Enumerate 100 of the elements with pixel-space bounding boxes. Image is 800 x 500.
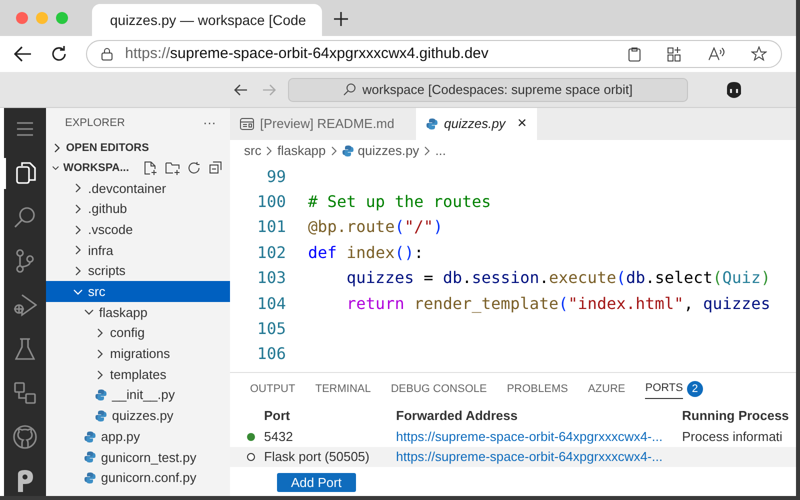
file-item[interactable]: app.py bbox=[46, 426, 230, 447]
back-arrow-icon[interactable] bbox=[14, 46, 32, 62]
command-center-text: workspace [Codespaces: supreme space orbit] bbox=[362, 80, 633, 99]
folder-item[interactable]: .vscode bbox=[46, 219, 230, 240]
play-bug-icon[interactable] bbox=[13, 293, 37, 317]
linked-boxes-icon[interactable] bbox=[14, 382, 36, 404]
column-header: Running Process bbox=[682, 407, 790, 426]
back-arrow-icon[interactable] bbox=[234, 84, 248, 96]
column-header: Forwarded Address bbox=[396, 407, 519, 426]
python-icon bbox=[84, 472, 96, 484]
panel-tab[interactable]: PROBLEMS bbox=[506, 379, 568, 399]
chevron-right-icon bbox=[265, 146, 274, 156]
process-cell-text: Process informati bbox=[682, 428, 784, 446]
port-cell-text: Flask port (50505) bbox=[264, 448, 370, 466]
flask-icon[interactable] bbox=[15, 338, 35, 360]
panel-tab[interactable]: OUTPUT bbox=[250, 379, 296, 399]
add-port-button[interactable]: Add Port bbox=[277, 473, 356, 492]
breadcrumb-item[interactable]: src bbox=[244, 141, 262, 161]
collapse-all-icon[interactable] bbox=[209, 161, 222, 174]
panel-tab[interactable]: DEBUG CONSOLE bbox=[390, 379, 487, 399]
line-number: 101 bbox=[256, 216, 286, 238]
close-tab[interactable]: × bbox=[517, 112, 527, 136]
chevron-right-icon bbox=[73, 204, 83, 214]
chevron-down-icon bbox=[84, 307, 94, 318]
address-bar[interactable]: https://supreme-space-orbit-64xpgrxxxcwx4.github.dev bbox=[86, 40, 782, 68]
chevron-right-icon bbox=[95, 328, 105, 338]
chevron-right-icon bbox=[95, 370, 105, 380]
line-number: 102 bbox=[256, 242, 286, 264]
python-icon bbox=[342, 145, 354, 157]
address-link[interactable]: https://supreme-space-orbit-64xpgrxxxcwx4-... bbox=[396, 447, 682, 467]
folder-item[interactable]: .devcontainer bbox=[46, 178, 230, 199]
url-text: https://supreme-space-orbit-64xpgrxxxcwx4.github.dev bbox=[125, 44, 490, 64]
section-header[interactable]: OPEN EDITORS bbox=[46, 138, 230, 158]
code-line: def index(): bbox=[308, 242, 424, 264]
line-number: 100 bbox=[256, 191, 286, 214]
new-folder-icon[interactable] bbox=[165, 161, 180, 175]
tab-title: quizzes.py — workspace [Code bbox=[110, 10, 306, 30]
file-item[interactable]: quizzes.py bbox=[46, 406, 230, 426]
star-icon[interactable] bbox=[751, 46, 767, 62]
preview-icon bbox=[240, 118, 254, 130]
command-center[interactable]: workspace [Codespaces: supreme space orbit] bbox=[288, 78, 688, 102]
file-item[interactable]: gunicorn_test.py bbox=[46, 446, 230, 468]
chevron-down-icon bbox=[73, 286, 83, 297]
grid-plus-icon[interactable] bbox=[667, 46, 682, 62]
section-header[interactable]: WORKSPA... bbox=[46, 158, 230, 178]
code-line: @bp.route("/") bbox=[308, 216, 443, 238]
python-icon bbox=[84, 451, 96, 464]
chevron-right-icon bbox=[73, 183, 83, 194]
file-item[interactable]: __init__.py bbox=[46, 384, 230, 406]
python-icon bbox=[426, 118, 438, 130]
menu-icon[interactable] bbox=[16, 122, 34, 136]
python-icon bbox=[95, 389, 107, 402]
panel-tab[interactable]: AZURE bbox=[588, 379, 626, 399]
chevron-right-icon bbox=[423, 146, 432, 156]
chevron-right-icon bbox=[95, 348, 105, 359]
folder-item[interactable]: config bbox=[46, 322, 230, 344]
line-number: 106 bbox=[256, 343, 286, 366]
panel-tab[interactable]: TERMINAL bbox=[315, 379, 371, 399]
breadcrumb-item[interactable]: quizzes.py bbox=[342, 141, 420, 161]
octocat-icon[interactable] bbox=[13, 424, 37, 449]
editor-tab[interactable]: quizzes.py × bbox=[416, 108, 537, 140]
code-line: return render_template("index.html", quizzes bbox=[346, 292, 770, 315]
breadcrumb-item[interactable]: flaskapp bbox=[277, 141, 326, 161]
file-item[interactable]: gunicorn.conf.py bbox=[46, 468, 230, 488]
address-link[interactable]: https://supreme-space-orbit-64xpgrxxxcwx4-... bbox=[396, 427, 682, 447]
folder-item[interactable]: templates bbox=[46, 364, 230, 385]
python-icon bbox=[95, 410, 107, 422]
line-number: 104 bbox=[256, 292, 286, 315]
reload-icon[interactable] bbox=[50, 45, 68, 63]
folder-item[interactable]: migrations bbox=[46, 344, 230, 364]
folder-item[interactable]: .github bbox=[46, 198, 230, 220]
chevron-right-icon bbox=[330, 146, 338, 156]
more-actions[interactable]: ··· bbox=[203, 113, 216, 133]
lock-icon bbox=[101, 47, 113, 61]
chevron-right-icon bbox=[73, 266, 83, 276]
folder-item[interactable]: infra bbox=[46, 240, 230, 261]
search-icon bbox=[343, 83, 356, 96]
branch-icon[interactable] bbox=[15, 249, 35, 274]
search-icon[interactable] bbox=[14, 206, 36, 228]
refresh-icon[interactable] bbox=[188, 161, 201, 174]
chevron-right-icon bbox=[73, 245, 83, 256]
line-number: 99 bbox=[266, 166, 286, 188]
files-icon[interactable] bbox=[15, 161, 37, 186]
folder-item[interactable]: scripts bbox=[46, 260, 230, 282]
new-file-icon[interactable] bbox=[143, 161, 157, 175]
chevron-right-icon bbox=[52, 143, 62, 153]
clipboard-icon[interactable] bbox=[628, 46, 641, 62]
read-aloud-icon[interactable] bbox=[708, 47, 725, 61]
panel-tab[interactable]: PORTS bbox=[645, 379, 683, 399]
line-number: 105 bbox=[256, 318, 286, 340]
breadcrumb-item[interactable]: ... bbox=[435, 141, 446, 161]
browser-tab[interactable]: quizzes.py — workspace [Code bbox=[92, 4, 322, 36]
chevron-right-icon bbox=[73, 224, 83, 235]
code-line: quizzes = db.session.execute(db.select(Quiz) bbox=[346, 267, 770, 290]
folder-item[interactable]: src bbox=[46, 281, 230, 302]
copilot-icon[interactable] bbox=[724, 80, 744, 98]
letter-p-icon[interactable] bbox=[15, 468, 35, 493]
new-tab-icon[interactable] bbox=[334, 12, 348, 26]
count-badge: 2 bbox=[686, 381, 703, 397]
folder-item[interactable]: flaskapp bbox=[46, 302, 230, 323]
